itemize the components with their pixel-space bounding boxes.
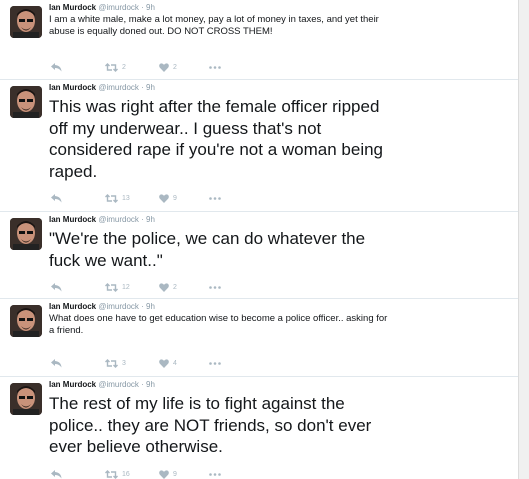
tweet-actions: 16 9 — [49, 468, 249, 479]
reply-icon — [51, 469, 62, 479]
author-name[interactable]: Ian Murdock — [49, 3, 96, 12]
like-count: 2 — [173, 283, 177, 291]
avatar[interactable] — [10, 6, 42, 38]
tweet-actions: 12 2 — [49, 281, 249, 293]
tweet[interactable]: Ian Murdock @imurdock · 9h "We're the po… — [0, 212, 519, 299]
like-count: 9 — [173, 470, 177, 478]
tweet-header: Ian Murdock @imurdock · 9h — [49, 2, 155, 13]
heart-icon — [159, 358, 169, 368]
more-button[interactable] — [209, 61, 221, 73]
heart-icon — [159, 469, 169, 479]
retweet-button[interactable]: 16 — [105, 468, 130, 479]
retweet-count: 16 — [122, 470, 130, 478]
tweet-time[interactable]: · 9h — [141, 302, 155, 311]
author-handle[interactable]: @imurdock — [98, 380, 139, 389]
retweet-icon — [105, 282, 118, 292]
tweet[interactable]: Ian Murdock @imurdock · 9h The rest of m… — [0, 377, 519, 479]
reply-button[interactable] — [51, 468, 62, 479]
retweet-count: 13 — [122, 194, 130, 202]
author-name[interactable]: Ian Murdock — [49, 215, 96, 224]
tweet-text: I am a white male, make a lot money, pay… — [49, 14, 379, 37]
reply-icon — [51, 358, 62, 368]
retweet-icon — [105, 469, 118, 479]
author-name[interactable]: Ian Murdock — [49, 83, 96, 92]
like-button[interactable]: 9 — [159, 468, 177, 479]
author-name[interactable]: Ian Murdock — [49, 302, 96, 311]
tweet-text: This was right after the female officer … — [49, 97, 384, 181]
avatar[interactable] — [10, 305, 42, 337]
tweet-actions: 13 9 — [49, 192, 249, 204]
author-handle[interactable]: @imurdock — [98, 215, 139, 224]
avatar[interactable] — [10, 383, 42, 415]
avatar[interactable] — [10, 86, 42, 118]
author-handle[interactable]: @imurdock — [98, 302, 139, 311]
tweet-actions: 2 2 — [49, 61, 249, 73]
author-name[interactable]: Ian Murdock — [49, 380, 96, 389]
tweet-actions: 3 4 — [49, 357, 249, 369]
more-button[interactable] — [209, 192, 221, 204]
tweet[interactable]: Ian Murdock @imurdock · 9h What does one… — [0, 299, 519, 377]
retweet-count: 3 — [122, 359, 126, 367]
tweet[interactable]: Ian Murdock @imurdock · 9h This was righ… — [0, 80, 519, 212]
reply-button[interactable] — [51, 192, 62, 204]
heart-icon — [159, 193, 169, 203]
reply-icon — [51, 62, 62, 72]
like-button[interactable]: 2 — [159, 281, 177, 293]
tweet-text: What does one have to get education wise… — [49, 313, 388, 336]
more-button[interactable] — [209, 468, 221, 479]
heart-icon — [159, 62, 169, 72]
retweet-button[interactable]: 12 — [105, 281, 130, 293]
more-button[interactable] — [209, 357, 221, 369]
tweet[interactable]: Ian Murdock @imurdock · 9h I am a white … — [0, 0, 519, 80]
like-button[interactable]: 4 — [159, 357, 177, 369]
reply-button[interactable] — [51, 61, 62, 73]
retweet-count: 2 — [122, 63, 126, 71]
retweet-icon — [105, 193, 118, 203]
tweet-text: "We're the police, we can do whatever th… — [49, 229, 366, 270]
retweet-button[interactable]: 13 — [105, 192, 130, 204]
like-count: 9 — [173, 194, 177, 202]
like-count: 2 — [173, 63, 177, 71]
tweet-time[interactable]: · 9h — [141, 215, 155, 224]
more-button[interactable] — [209, 281, 221, 293]
retweet-icon — [105, 358, 118, 368]
avatar[interactable] — [10, 218, 42, 250]
like-button[interactable]: 9 — [159, 192, 177, 204]
tweet-header: Ian Murdock @imurdock · 9h — [49, 82, 155, 93]
more-icon — [209, 285, 221, 289]
retweet-button[interactable]: 3 — [105, 357, 126, 369]
more-icon — [209, 472, 221, 476]
tweet-time[interactable]: · 9h — [141, 380, 155, 389]
author-handle[interactable]: @imurdock — [98, 3, 139, 12]
tweet-time[interactable]: · 9h — [141, 3, 155, 12]
reply-icon — [51, 282, 62, 292]
retweet-button[interactable]: 2 — [105, 61, 126, 73]
scrollbar[interactable] — [518, 0, 529, 479]
more-icon — [209, 65, 221, 69]
reply-button[interactable] — [51, 281, 62, 293]
tweet-header: Ian Murdock @imurdock · 9h — [49, 214, 155, 225]
tweet-time[interactable]: · 9h — [141, 83, 155, 92]
tweet-header: Ian Murdock @imurdock · 9h — [49, 379, 155, 390]
heart-icon — [159, 282, 169, 292]
retweet-count: 12 — [122, 283, 130, 291]
like-count: 4 — [173, 359, 177, 367]
like-button[interactable]: 2 — [159, 61, 177, 73]
reply-button[interactable] — [51, 357, 62, 369]
author-handle[interactable]: @imurdock — [98, 83, 139, 92]
more-icon — [209, 196, 221, 200]
timeline: Ian Murdock @imurdock · 9h I am a white … — [0, 0, 519, 479]
retweet-icon — [105, 62, 118, 72]
tweet-text: The rest of my life is to fight against … — [49, 394, 372, 456]
reply-icon — [51, 193, 62, 203]
tweet-header: Ian Murdock @imurdock · 9h — [49, 301, 155, 312]
more-icon — [209, 361, 221, 365]
